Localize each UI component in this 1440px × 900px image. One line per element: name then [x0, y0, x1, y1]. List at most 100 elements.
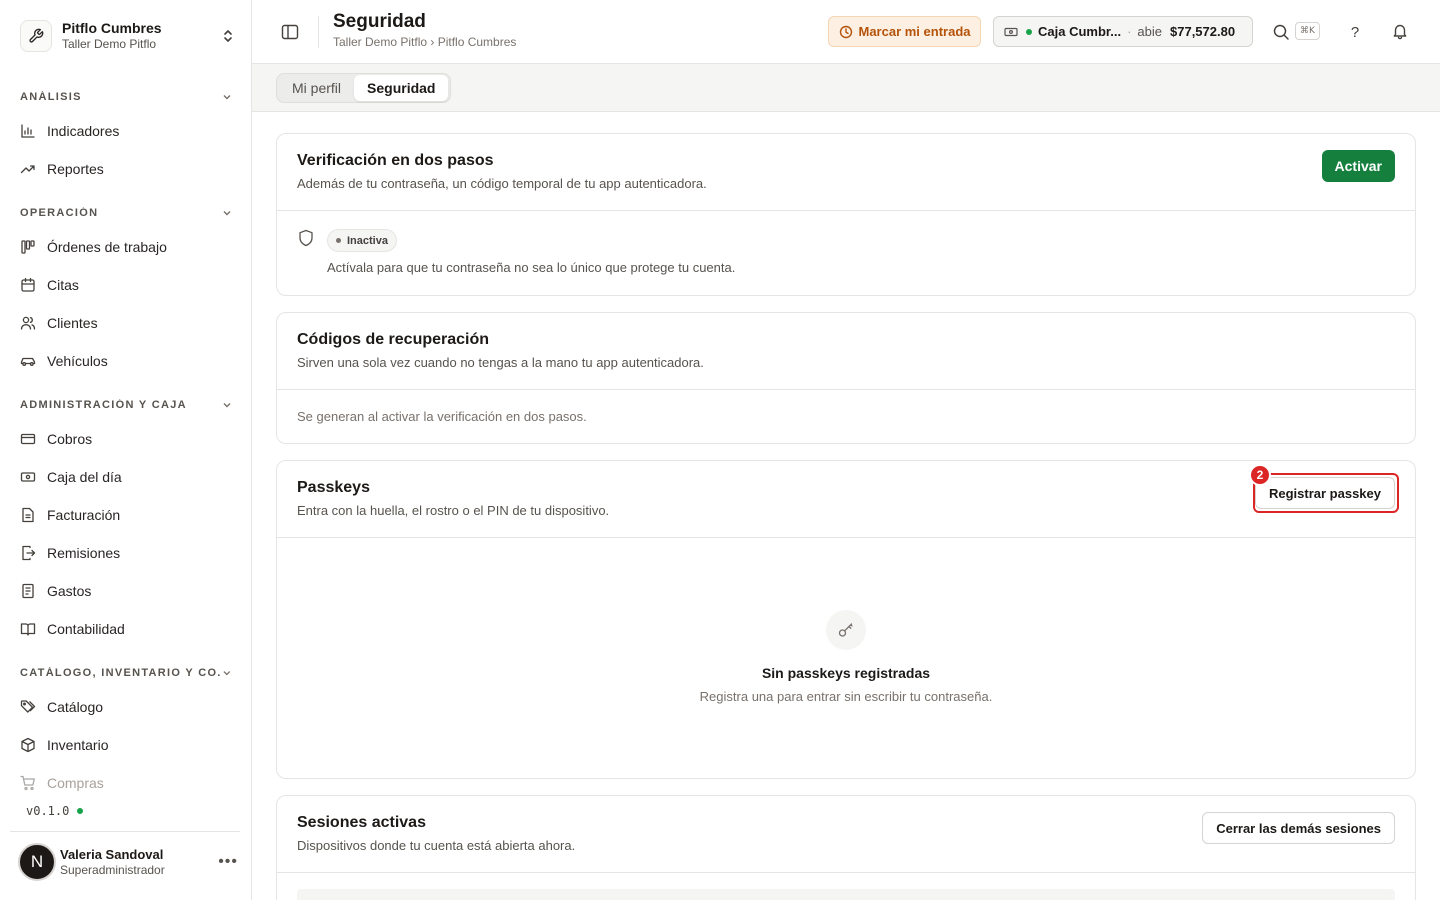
key-icon	[826, 610, 866, 650]
kanban-icon	[20, 239, 36, 255]
section-title: OPERACIÓN	[20, 207, 99, 219]
activate-button[interactable]: Activar	[1321, 150, 1395, 182]
receipt-icon	[20, 583, 36, 599]
sidebar-item-vehiculos[interactable]: Vehículos	[20, 345, 232, 377]
sidebar-item-remisiones[interactable]: Remisiones	[20, 537, 232, 569]
user-name: Valeria Sandoval	[60, 846, 164, 862]
sidebar-item-contabilidad[interactable]: Contabilidad	[20, 613, 232, 645]
card-title: Verificación en dos pasos	[297, 152, 494, 169]
chevrons-up-down-icon	[220, 28, 236, 44]
clock-in-label: Marcar mi entrada	[858, 24, 971, 39]
section-administracion[interactable]: ADMINISTRACIÓN Y CAJA	[20, 397, 232, 413]
divider	[10, 831, 240, 832]
search-icon[interactable]	[1272, 23, 1290, 41]
package-icon	[20, 737, 36, 753]
section-title: ANÁLISIS	[20, 91, 82, 103]
wrench-icon	[20, 20, 52, 52]
section-catalogo[interactable]: CATÁLOGO, INVENTARIO Y CO...	[20, 665, 232, 681]
sidebar-item-label: Vehículos	[47, 353, 108, 369]
empty-state-title: Sin passkeys registradas	[761, 665, 931, 681]
status-dot	[1026, 28, 1032, 35]
shortcut-hint: ⌘K	[1295, 22, 1320, 40]
recovery-note: Se generan al activar la verificación en…	[297, 409, 587, 424]
org-subtitle: Taller Demo Pitflo	[62, 37, 157, 51]
version-label: v0.1.0	[26, 804, 70, 818]
sidebar-item-label: Compras	[47, 775, 104, 791]
sidebar-item-label: Contabilidad	[47, 621, 125, 637]
recovery-codes-card: Códigos de recuperación Sirven una sola …	[276, 312, 1416, 444]
status-label: Inactiva	[347, 234, 388, 247]
divider	[318, 16, 319, 48]
credit-card-icon	[20, 431, 36, 447]
close-other-sessions-button[interactable]: Cerrar las demás sesiones	[1202, 812, 1395, 844]
sidebar-item-cobros[interactable]: Cobros	[20, 423, 232, 455]
section-title: CATÁLOGO, INVENTARIO Y CO...	[20, 667, 223, 679]
status-dot	[336, 238, 341, 243]
bell-icon[interactable]	[1391, 22, 1409, 40]
clock-in-button[interactable]: Marcar mi entrada	[828, 16, 981, 47]
avatar: N	[18, 843, 56, 881]
status-dot	[77, 808, 84, 814]
bar-chart-icon	[20, 123, 36, 139]
cash-name: Caja Cumbr...	[1038, 24, 1122, 39]
sidebar-item-label: Remisiones	[47, 545, 121, 561]
sidebar-item-ordenes[interactable]: Órdenes de trabajo	[20, 231, 232, 263]
empty-state-subtitle: Registra una para entrar sin escribir tu…	[699, 689, 993, 704]
status-badge: Inactiva	[327, 229, 397, 252]
sidebar-item-label: Caja del día	[47, 469, 122, 485]
tab-seguridad[interactable]: Seguridad	[354, 75, 449, 101]
user-menu[interactable]: N Valeria Sandoval Superadministrador ••…	[18, 842, 238, 882]
card-title: Passkeys	[297, 479, 370, 496]
sidebar-item-caja[interactable]: Caja del día	[20, 461, 232, 493]
chevron-down-icon	[223, 95, 231, 100]
tab-mi-perfil[interactable]: Mi perfil	[279, 75, 354, 101]
sidebar-item-gastos[interactable]: Gastos	[20, 575, 232, 607]
chevron-down-icon	[223, 211, 231, 216]
section-analisis[interactable]: ANÁLISIS	[20, 89, 232, 105]
breadcrumb: Taller Demo Pitflo › Pitflo Cumbres	[333, 35, 517, 49]
sidebar-item-reportes[interactable]: Reportes	[20, 153, 232, 185]
car-icon	[20, 353, 36, 369]
cash-state: abie	[1137, 24, 1162, 39]
chevron-down-icon	[223, 403, 231, 408]
file-export-icon	[20, 545, 36, 561]
org-switcher[interactable]: Pitflo Cumbres Taller Demo Pitflo	[20, 16, 236, 56]
more-horizontal-icon[interactable]: •••	[218, 853, 238, 871]
sidebar-item-label: Indicadores	[47, 123, 120, 139]
sidebar-item-indicadores[interactable]: Indicadores	[20, 115, 232, 147]
sessions-card: Sesiones activas Dispositivos donde tu c…	[276, 795, 1416, 900]
banknote-icon	[1004, 27, 1018, 36]
sidebar-item-label: Catálogo	[47, 699, 104, 715]
two-factor-card: Verificación en dos pasos Además de tu c…	[276, 133, 1416, 296]
sidebar-toggle-icon[interactable]	[280, 22, 300, 42]
cash-register-selector[interactable]: Caja Cumbr... · abie $77,572.80	[993, 16, 1253, 47]
section-operacion[interactable]: OPERACIÓN	[20, 205, 232, 221]
sidebar-item-clientes[interactable]: Clientes	[20, 307, 232, 339]
card-subtitle: Dispositivos donde tu cuenta está abiert…	[297, 838, 576, 853]
top-header: Seguridad Taller Demo Pitflo › Pitflo Cu…	[252, 0, 1440, 64]
two-factor-note: Actívala para que tu contraseña no sea l…	[327, 260, 736, 275]
main-content: Verificación en dos pasos Además de tu c…	[252, 113, 1440, 900]
book-open-icon	[20, 621, 36, 637]
user-role: Superadministrador	[60, 862, 165, 877]
card-subtitle: Entra con la huella, el rostro o el PIN …	[297, 503, 610, 518]
banknote-icon	[20, 469, 36, 485]
sidebar-item-citas[interactable]: Citas	[20, 269, 232, 301]
sidebar-item-label: Gastos	[47, 583, 92, 599]
sessions-table-placeholder	[297, 889, 1395, 900]
sidebar-item-label: Cobros	[47, 431, 93, 447]
sidebar-item-label: Inventario	[47, 737, 109, 753]
passkeys-card: Passkeys Entra con la huella, el rostro …	[276, 460, 1416, 779]
step-marker: 2	[1249, 464, 1271, 486]
shopping-cart-icon	[20, 775, 36, 791]
sidebar-item-facturacion[interactable]: Facturación	[20, 499, 232, 531]
register-passkey-button[interactable]: Registrar passkey	[1254, 477, 1395, 509]
help-icon[interactable]: ?	[1343, 20, 1367, 44]
users-icon	[20, 315, 36, 331]
sidebar-item-compras[interactable]: Compras	[20, 767, 232, 799]
section-title: ADMINISTRACIÓN Y CAJA	[20, 399, 187, 411]
card-title: Códigos de recuperación	[297, 331, 490, 348]
app-version: v0.1.0	[26, 804, 84, 818]
sidebar-item-inventario[interactable]: Inventario	[20, 729, 232, 761]
sidebar-item-catalogo[interactable]: Catálogo	[20, 691, 232, 723]
